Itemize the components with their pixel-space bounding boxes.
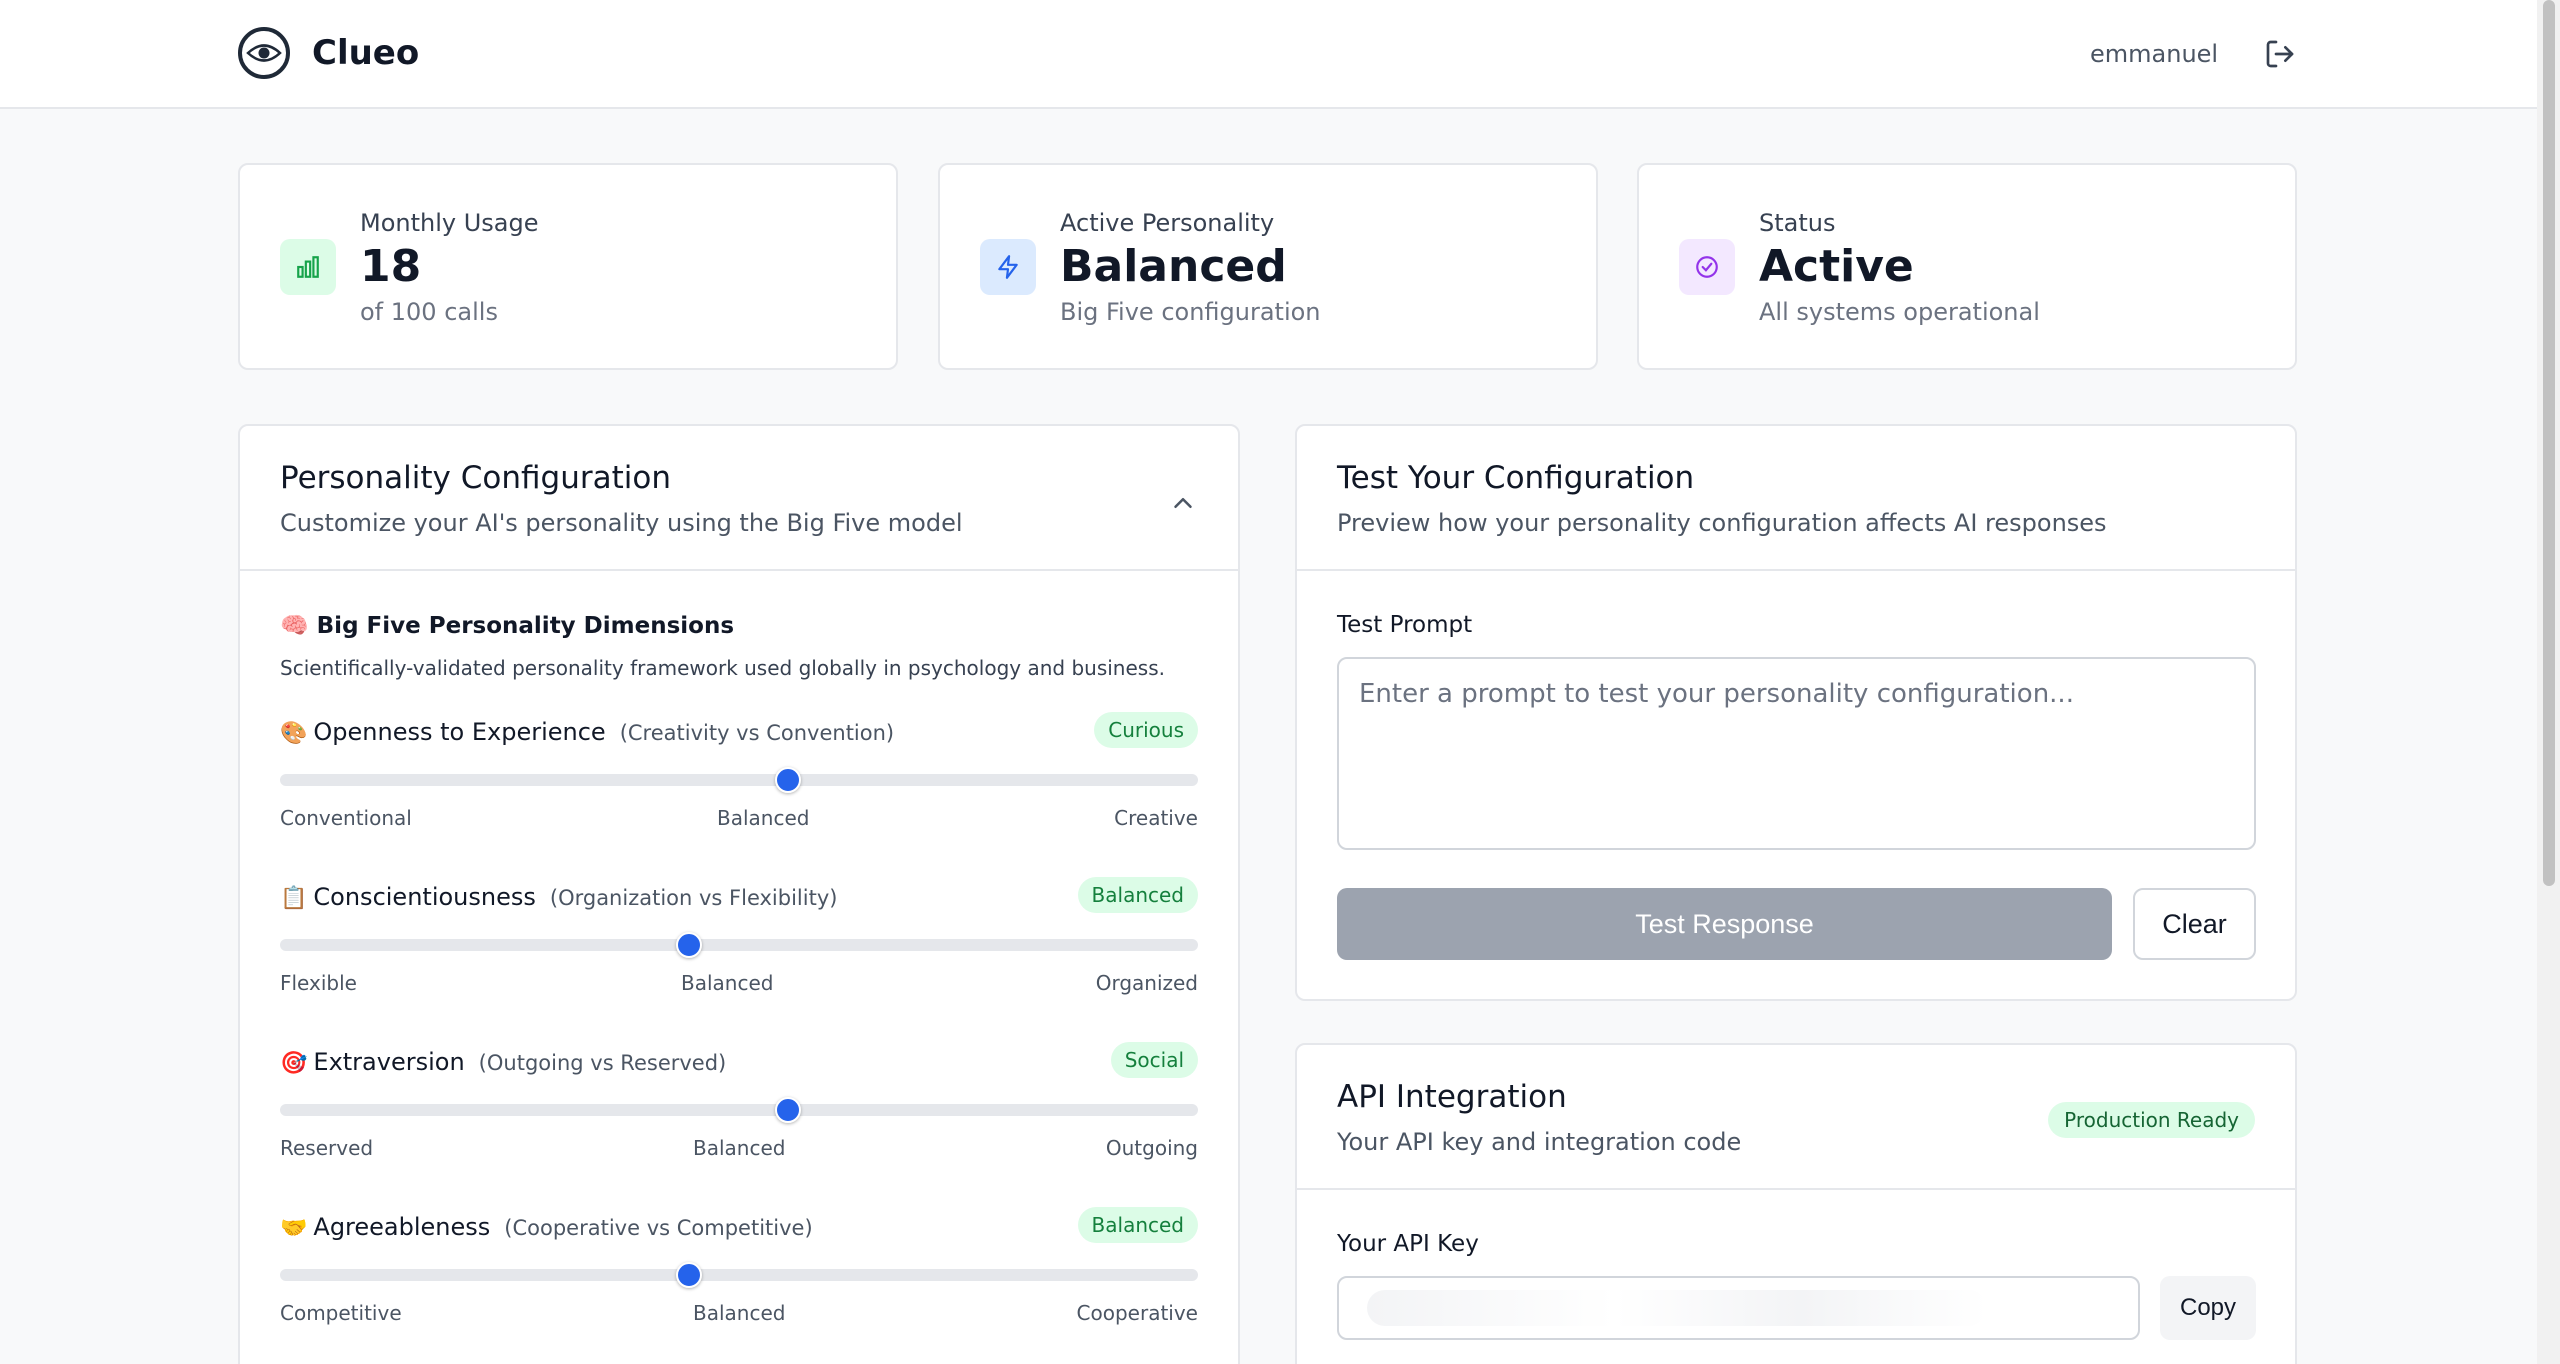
- test-prompt-input[interactable]: [1337, 657, 2256, 850]
- top-bar: Clueo emmanuel: [0, 0, 2537, 109]
- slider-thumb[interactable]: [774, 767, 801, 793]
- app-name: Clueo: [312, 33, 420, 73]
- section-description: Customize your AI's personality using th…: [280, 509, 963, 537]
- trait-badge: Curious: [1094, 712, 1198, 748]
- trait-conscientiousness: 📋 Conscientiousness (Organization vs Fle…: [280, 877, 1198, 1033]
- bar-chart-icon: [297, 256, 319, 278]
- slider-thumb[interactable]: [676, 1262, 703, 1288]
- lightning-icon: [998, 255, 1018, 279]
- username: emmanuel: [2090, 40, 2219, 68]
- trait-name: Agreeableness: [313, 1213, 491, 1241]
- section-title: Test Your Configuration: [1337, 460, 1695, 496]
- brain-icon: 🧠: [280, 613, 309, 639]
- dimensions-title-text: Big Five Personality Dimensions: [316, 613, 735, 639]
- trait-badge: Balanced: [1077, 1207, 1198, 1243]
- stat-card-personality: Active Personality Balanced Big Five con…: [938, 163, 1598, 370]
- stat-sub: All systems operational: [1759, 298, 2040, 326]
- eye-logo-icon: [238, 27, 290, 79]
- target-icon: 🎯: [280, 1051, 308, 1076]
- stat-value: 18: [360, 241, 422, 292]
- trait-extraversion: 🎯 Extraversion (Outgoing vs Reserved) So…: [280, 1042, 1198, 1198]
- stat-sub: Big Five configuration: [1060, 298, 1321, 326]
- stat-label: Active Personality: [1060, 209, 1275, 237]
- slider-track[interactable]: [280, 774, 1198, 786]
- trait-range: (Outgoing vs Reserved): [478, 1051, 727, 1075]
- section-description: Your API key and integration code: [1337, 1128, 1742, 1156]
- stat-value: Active: [1759, 241, 1914, 292]
- stat-card-usage: Monthly Usage 18 of 100 calls: [238, 163, 898, 370]
- stat-label: Status: [1759, 209, 1836, 237]
- test-response-button[interactable]: Test Response: [1337, 888, 2112, 960]
- stat-icon-box: [1679, 239, 1735, 295]
- handshake-icon: 🤝: [280, 1216, 308, 1241]
- clear-button[interactable]: Clear: [2133, 888, 2256, 960]
- slider-track[interactable]: [280, 1269, 1198, 1281]
- dimensions-title: 🧠 Big Five Personality Dimensions: [280, 612, 734, 639]
- stat-value: Balanced: [1060, 241, 1287, 292]
- slider-max-label: Creative: [1114, 806, 1198, 830]
- test-config-card: Test Your Configuration Preview how your…: [1295, 424, 2297, 1001]
- dimensions-description: Scientifically-validated personality fra…: [280, 656, 1165, 680]
- stat-label: Monthly Usage: [360, 209, 539, 237]
- trait-badge: Balanced: [1077, 877, 1198, 913]
- test-prompt-label: Test Prompt: [1337, 612, 1473, 638]
- trait-openness: 🎨 Openness to Experience (Creativity vs …: [280, 712, 1198, 868]
- api-key-label: Your API Key: [1337, 1231, 1479, 1257]
- section-title: Personality Configuration: [280, 460, 671, 496]
- stat-icon-box: [280, 239, 336, 295]
- clipboard-icon: 📋: [280, 886, 308, 911]
- copy-api-key-button[interactable]: Copy: [2160, 1276, 2256, 1340]
- check-circle-icon: [1696, 256, 1718, 278]
- trait-agreeableness: 🤝 Agreeableness (Cooperative vs Competit…: [280, 1207, 1198, 1363]
- trait-range: (Cooperative vs Competitive): [504, 1216, 813, 1240]
- production-ready-badge: Production Ready: [2048, 1102, 2255, 1138]
- divider: [240, 569, 1238, 571]
- stat-sub: of 100 calls: [360, 298, 498, 326]
- slider-mid-label: Balanced: [693, 1301, 786, 1325]
- slider-track[interactable]: [280, 939, 1198, 951]
- api-key-redacted: [1367, 1290, 1987, 1326]
- stat-card-status: Status Active All systems operational: [1637, 163, 2297, 370]
- trait-badge: Social: [1110, 1042, 1198, 1078]
- slider-thumb[interactable]: [676, 932, 703, 958]
- scrollbar-thumb[interactable]: [2543, 0, 2555, 886]
- slider-mid-label: Balanced: [693, 1136, 786, 1160]
- slider-max-label: Cooperative: [1076, 1301, 1198, 1325]
- logout-icon: [2266, 40, 2294, 68]
- trait-range: (Creativity vs Convention): [619, 721, 895, 745]
- logo[interactable]: Clueo: [238, 27, 419, 79]
- slider-min-label: Flexible: [280, 971, 357, 995]
- logout-button[interactable]: [2260, 34, 2300, 74]
- slider-track[interactable]: [280, 1104, 1198, 1116]
- trait-name: Openness to Experience: [313, 718, 606, 746]
- divider: [1297, 1188, 2295, 1190]
- section-description: Preview how your personality configurati…: [1337, 509, 2107, 537]
- slider-thumb[interactable]: [774, 1097, 801, 1123]
- slider-max-label: Organized: [1095, 971, 1198, 995]
- trait-name: Extraversion: [313, 1048, 465, 1076]
- chevron-up-icon: [1174, 498, 1192, 508]
- divider: [1297, 569, 2295, 571]
- api-integration-card: API Integration Your API key and integra…: [1295, 1043, 2297, 1364]
- slider-min-label: Conventional: [280, 806, 412, 830]
- slider-max-label: Outgoing: [1105, 1136, 1198, 1160]
- palette-icon: 🎨: [280, 721, 308, 746]
- section-title: API Integration: [1337, 1079, 1567, 1115]
- slider-min-label: Competitive: [280, 1301, 402, 1325]
- slider-mid-label: Balanced: [717, 806, 810, 830]
- slider-mid-label: Balanced: [681, 971, 774, 995]
- stat-icon-box: [980, 239, 1036, 295]
- slider-min-label: Reserved: [280, 1136, 374, 1160]
- trait-range: (Organization vs Flexibility): [549, 886, 838, 910]
- trait-name: Conscientiousness: [313, 883, 536, 911]
- collapse-button[interactable]: [1168, 488, 1198, 518]
